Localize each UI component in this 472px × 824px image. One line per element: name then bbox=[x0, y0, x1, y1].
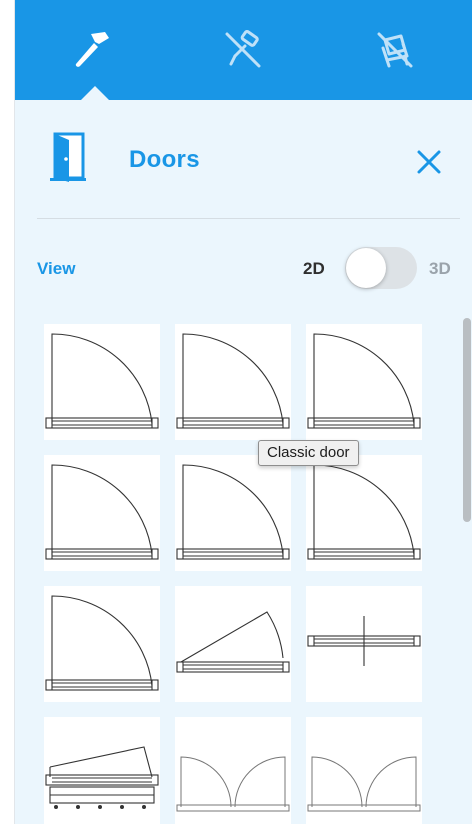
build-tab[interactable] bbox=[15, 0, 167, 100]
tool-bar bbox=[15, 0, 472, 100]
door-item-double-door[interactable] bbox=[175, 717, 291, 824]
door-plan-drawing bbox=[307, 616, 421, 666]
door-plan-drawing bbox=[307, 756, 421, 812]
door-item-swing-door[interactable] bbox=[306, 455, 422, 571]
door-item-swing-door[interactable] bbox=[44, 586, 160, 702]
door-plan-drawing bbox=[307, 333, 421, 429]
door-plan-drawing bbox=[45, 464, 159, 560]
app-edge bbox=[0, 0, 15, 824]
door-item-double-door[interactable] bbox=[306, 717, 422, 824]
door-plan-drawing bbox=[45, 746, 159, 809]
door-item-garage-door[interactable] bbox=[44, 717, 160, 824]
door-item-partial-swing-door[interactable] bbox=[175, 586, 291, 702]
door-item-swing-door[interactable] bbox=[175, 455, 291, 571]
door-item-swing-door[interactable] bbox=[175, 324, 291, 440]
door-plan-drawing bbox=[45, 333, 159, 429]
door-item-swing-door[interactable] bbox=[44, 324, 160, 440]
close-icon[interactable] bbox=[413, 146, 445, 178]
view-2d-label[interactable]: 2D bbox=[303, 259, 325, 279]
door-item-pivot-door[interactable] bbox=[306, 586, 422, 702]
view-toggle[interactable] bbox=[345, 247, 417, 289]
paint-tab[interactable] bbox=[167, 0, 319, 100]
door-catalog-grid bbox=[15, 318, 460, 824]
door-plan-drawing bbox=[176, 333, 290, 429]
item-tooltip: Classic door bbox=[258, 440, 359, 466]
page-title: Doors bbox=[129, 146, 200, 173]
furnish-tab[interactable] bbox=[319, 0, 471, 100]
armchair-icon bbox=[377, 32, 413, 68]
catalog-panel: Doors View 2D 3D Classic door bbox=[15, 0, 472, 824]
active-tab-indicator bbox=[81, 86, 109, 100]
door-plan-drawing bbox=[307, 464, 421, 560]
header-divider bbox=[37, 218, 460, 219]
door-plan-drawing bbox=[45, 595, 159, 691]
paint-roller-icon bbox=[225, 29, 261, 68]
door-icon bbox=[50, 132, 86, 182]
door-plan-drawing bbox=[176, 464, 290, 560]
panel-header: Doors bbox=[15, 100, 472, 218]
door-plan-drawing bbox=[176, 756, 290, 812]
view-3d-label[interactable]: 3D bbox=[429, 259, 451, 279]
door-item-swing-door[interactable] bbox=[44, 455, 160, 571]
toggle-knob bbox=[346, 248, 386, 288]
view-mode-row: View 2D 3D bbox=[15, 244, 472, 292]
scrollbar-thumb[interactable] bbox=[463, 318, 471, 522]
view-label: View bbox=[37, 259, 76, 278]
door-item-swing-door[interactable] bbox=[306, 324, 422, 440]
hammer-icon bbox=[75, 32, 109, 67]
door-plan-drawing bbox=[176, 611, 290, 673]
